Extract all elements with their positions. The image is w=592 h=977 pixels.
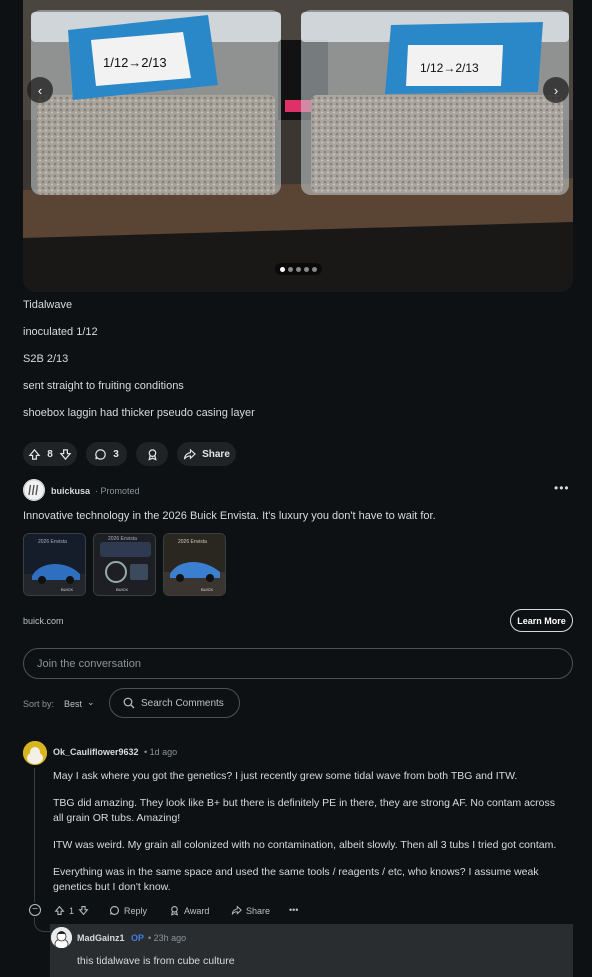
search-icon bbox=[123, 697, 135, 709]
collapse-thread-button[interactable]: − bbox=[29, 904, 41, 916]
car-interior-image: 2026 Envista BUICK bbox=[94, 534, 155, 595]
promoted-label: · Promoted bbox=[95, 486, 140, 496]
buick-logo-icon bbox=[23, 479, 45, 501]
svg-text:2026 Envista: 2026 Envista bbox=[178, 539, 207, 545]
reply-username[interactable]: MadGainz1 bbox=[77, 933, 125, 943]
upvote-icon[interactable] bbox=[28, 448, 41, 461]
sort-label: Sort by: bbox=[23, 699, 55, 709]
comment-vote-count: 1 bbox=[69, 905, 75, 916]
car-image: 2026 Envista BUICK bbox=[24, 534, 85, 595]
chevron-right-icon: › bbox=[553, 82, 559, 98]
carousel-next-button[interactable]: › bbox=[543, 77, 569, 103]
svg-text:BUICK: BUICK bbox=[201, 587, 214, 592]
post-image: 1/12→2/13 1/12→2/13 bbox=[23, 0, 573, 292]
comment-username[interactable]: Ok_Cauliflower9632 bbox=[53, 747, 139, 757]
vote-control: 8 bbox=[23, 442, 77, 466]
reply-comment bbox=[50, 924, 573, 977]
promoted-text: Promoted bbox=[100, 486, 140, 496]
ad-domain-link[interactable]: buick.com bbox=[23, 616, 64, 626]
chevron-down-icon[interactable]: ⌄ bbox=[87, 697, 95, 708]
share-label: Share bbox=[246, 905, 271, 916]
post-image-carousel[interactable]: 1/12→2/13 1/12→2/13 ‹ › bbox=[23, 0, 573, 292]
share-label: Share bbox=[202, 448, 230, 460]
post-text-line: Tidalwave bbox=[23, 299, 73, 311]
chevron-left-icon: ‹ bbox=[37, 82, 43, 98]
upvote-icon[interactable] bbox=[54, 905, 65, 916]
comment-timestamp: • 1d ago bbox=[144, 747, 178, 757]
comment-more-options-button[interactable]: ••• bbox=[289, 905, 298, 915]
ad-thumbnail[interactable]: 2026 Envista BUICK bbox=[23, 533, 86, 596]
ad-thumbnail[interactable]: 2026 Envista BUICK bbox=[163, 533, 226, 596]
car-image: 2026 Envista BUICK bbox=[164, 534, 225, 595]
award-icon bbox=[147, 448, 157, 461]
sort-dropdown[interactable]: Best bbox=[64, 699, 82, 709]
svg-text:BUICK: BUICK bbox=[116, 587, 129, 592]
avatar[interactable] bbox=[51, 927, 72, 948]
award-button[interactable] bbox=[136, 442, 168, 466]
carousel-prev-button[interactable]: ‹ bbox=[27, 77, 53, 103]
reply-timestamp: • 23h ago bbox=[148, 933, 187, 943]
avatar[interactable] bbox=[23, 741, 47, 765]
carousel-dot[interactable] bbox=[312, 266, 317, 272]
ad-more-options-button[interactable]: ••• bbox=[554, 481, 570, 495]
join-placeholder: Join the conversation bbox=[37, 657, 141, 670]
carousel-dot[interactable] bbox=[288, 266, 293, 272]
post-text-line: inoculated 1/12 bbox=[23, 326, 98, 338]
share-button[interactable]: Share bbox=[177, 442, 236, 466]
reply-label: Reply bbox=[124, 905, 148, 916]
carousel-indicator bbox=[275, 263, 322, 275]
comment-icon bbox=[110, 906, 119, 915]
svg-text:1/12→2/13: 1/12→2/13 bbox=[103, 55, 167, 70]
share-icon bbox=[183, 448, 196, 459]
learn-more-button[interactable]: Learn More bbox=[510, 609, 573, 632]
award-button[interactable]: Award bbox=[169, 905, 209, 916]
ad-headline[interactable]: Innovative technology in the 2026 Buick … bbox=[23, 510, 436, 522]
op-badge: OP bbox=[131, 933, 145, 943]
svg-text:1/12→2/13: 1/12→2/13 bbox=[420, 61, 479, 75]
comment-vote-control: 1 bbox=[54, 905, 89, 916]
downvote-icon[interactable] bbox=[59, 448, 72, 461]
thread-line[interactable] bbox=[34, 768, 35, 902]
comment-paragraph: Everything was in the same space and use… bbox=[53, 866, 539, 893]
svg-text:2026 Envista: 2026 Envista bbox=[108, 536, 137, 542]
search-comments-label: Search Comments bbox=[141, 697, 224, 709]
comment-paragraph: TBG did amazing. They look like B+ but t… bbox=[53, 797, 556, 824]
comment-count: 3 bbox=[113, 448, 119, 460]
carousel-dot[interactable] bbox=[280, 266, 285, 272]
award-label: Award bbox=[184, 905, 210, 916]
snoo-avatar-icon bbox=[23, 741, 47, 765]
ad-thumbnail[interactable]: 2026 Envista BUICK bbox=[93, 533, 156, 596]
award-icon bbox=[171, 906, 178, 916]
carousel-dot[interactable] bbox=[304, 266, 309, 272]
post-text-line: sent straight to fruiting conditions bbox=[23, 380, 184, 392]
search-comments-button[interactable]: Search Comments bbox=[109, 688, 240, 718]
vote-count: 8 bbox=[47, 448, 53, 460]
advertiser-username[interactable]: buickusa bbox=[51, 486, 90, 496]
downvote-icon[interactable] bbox=[78, 905, 89, 916]
svg-text:2026 Envista: 2026 Envista bbox=[38, 539, 67, 545]
post-text-line: shoebox laggin had thicker pseudo casing… bbox=[23, 407, 255, 419]
post-text-line: S2B 2/13 bbox=[23, 353, 69, 365]
comment-icon bbox=[95, 448, 106, 460]
snoo-avatar-icon bbox=[51, 927, 72, 948]
share-icon bbox=[231, 905, 242, 915]
comments-button[interactable]: 3 bbox=[86, 442, 127, 466]
reply-thread-connector bbox=[34, 917, 50, 932]
comment-paragraph: May I ask where you got the genetics? I … bbox=[53, 770, 518, 782]
comment-paragraph: ITW was weird. My grain all colonized wi… bbox=[53, 839, 557, 851]
share-button[interactable]: Share bbox=[231, 905, 270, 916]
svg-text:BUICK: BUICK bbox=[61, 587, 74, 592]
reply-text: this tidalwave is from cube culture bbox=[77, 955, 235, 967]
advertiser-avatar[interactable] bbox=[23, 479, 45, 501]
carousel-dot[interactable] bbox=[296, 266, 301, 272]
reply-button[interactable]: Reply bbox=[109, 905, 147, 916]
join-conversation-input[interactable]: Join the conversation bbox=[23, 648, 573, 679]
